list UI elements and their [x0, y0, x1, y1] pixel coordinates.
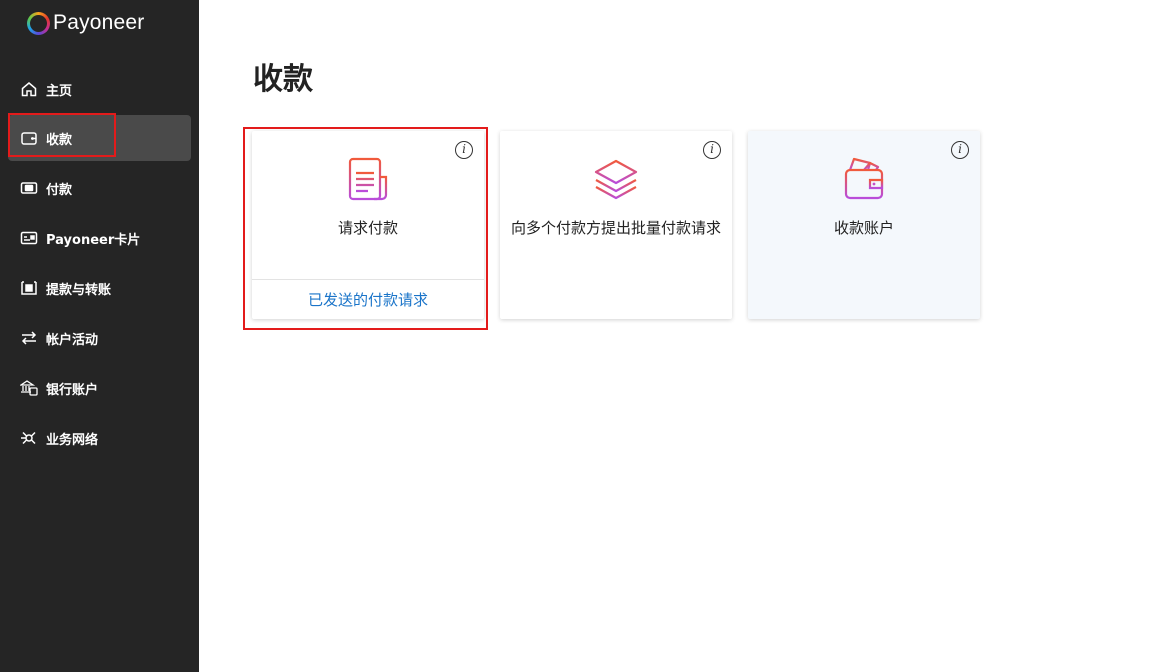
- withdraw-icon: [20, 279, 38, 297]
- home-icon: [20, 80, 38, 98]
- batch-payment-request-card[interactable]: i 向多个付款方提出批量付款请求: [500, 131, 732, 319]
- bank-icon: [20, 379, 38, 397]
- card-divider: [252, 279, 484, 280]
- invoice-icon: [348, 157, 388, 201]
- brand-name: Payoneer: [53, 11, 145, 34]
- info-icon[interactable]: i: [951, 141, 969, 159]
- sidebar-item-label: 提款与转账: [46, 282, 112, 298]
- sidebar-item-pay[interactable]: 付款: [8, 165, 191, 211]
- card-icon: [20, 229, 38, 247]
- sidebar-item-bank[interactable]: 银行账户: [8, 365, 191, 411]
- card-title: 向多个付款方提出批量付款请求: [510, 219, 721, 237]
- sidebar-item-label: 银行账户: [46, 382, 99, 398]
- request-payment-card[interactable]: i 请求付款 已发送的付款请求: [252, 131, 484, 319]
- sidebar-item-label: 帐户活动: [46, 332, 99, 348]
- info-icon[interactable]: i: [703, 141, 721, 159]
- sidebar-item-withdraw[interactable]: 提款与转账: [8, 265, 191, 311]
- page-title: 收款: [253, 62, 313, 97]
- network-icon: [20, 429, 38, 447]
- sidebar-item-label: 付款: [46, 182, 73, 198]
- card-title: 请求付款: [337, 219, 398, 237]
- wallet-icon: [20, 129, 38, 147]
- wallet-cash-icon: [844, 157, 884, 200]
- receiving-accounts-card[interactable]: i 收款账户: [748, 131, 980, 319]
- sidebar-item-network[interactable]: 业务网络: [8, 415, 191, 461]
- sidebar-item-label: Payoneer卡片: [46, 232, 141, 248]
- sent-payment-requests-link[interactable]: 已发送的付款请求: [252, 289, 484, 310]
- money-icon: [20, 179, 38, 197]
- transfer-arrows-icon: [20, 329, 38, 347]
- info-icon[interactable]: i: [455, 141, 473, 159]
- sidebar-item-label: 收款: [46, 132, 73, 148]
- payoneer-logo[interactable]: Payoneer: [27, 10, 145, 36]
- sidebar-item-home[interactable]: 主页: [8, 66, 191, 112]
- card-title: 收款账户: [833, 219, 894, 237]
- sidebar-item-label: 业务网络: [46, 432, 99, 448]
- payoneer-logo-icon: [27, 11, 50, 35]
- sidebar-item-activity[interactable]: 帐户活动: [8, 315, 191, 361]
- layers-icon: [594, 159, 638, 200]
- sidebar: Payoneer 主页 收款 付款 Payoneer卡片 提款与转账 帐户活动 …: [0, 0, 199, 672]
- sidebar-item-cards[interactable]: Payoneer卡片: [8, 215, 191, 261]
- sidebar-item-label: 主页: [46, 83, 73, 99]
- sidebar-item-receive[interactable]: 收款: [8, 115, 191, 161]
